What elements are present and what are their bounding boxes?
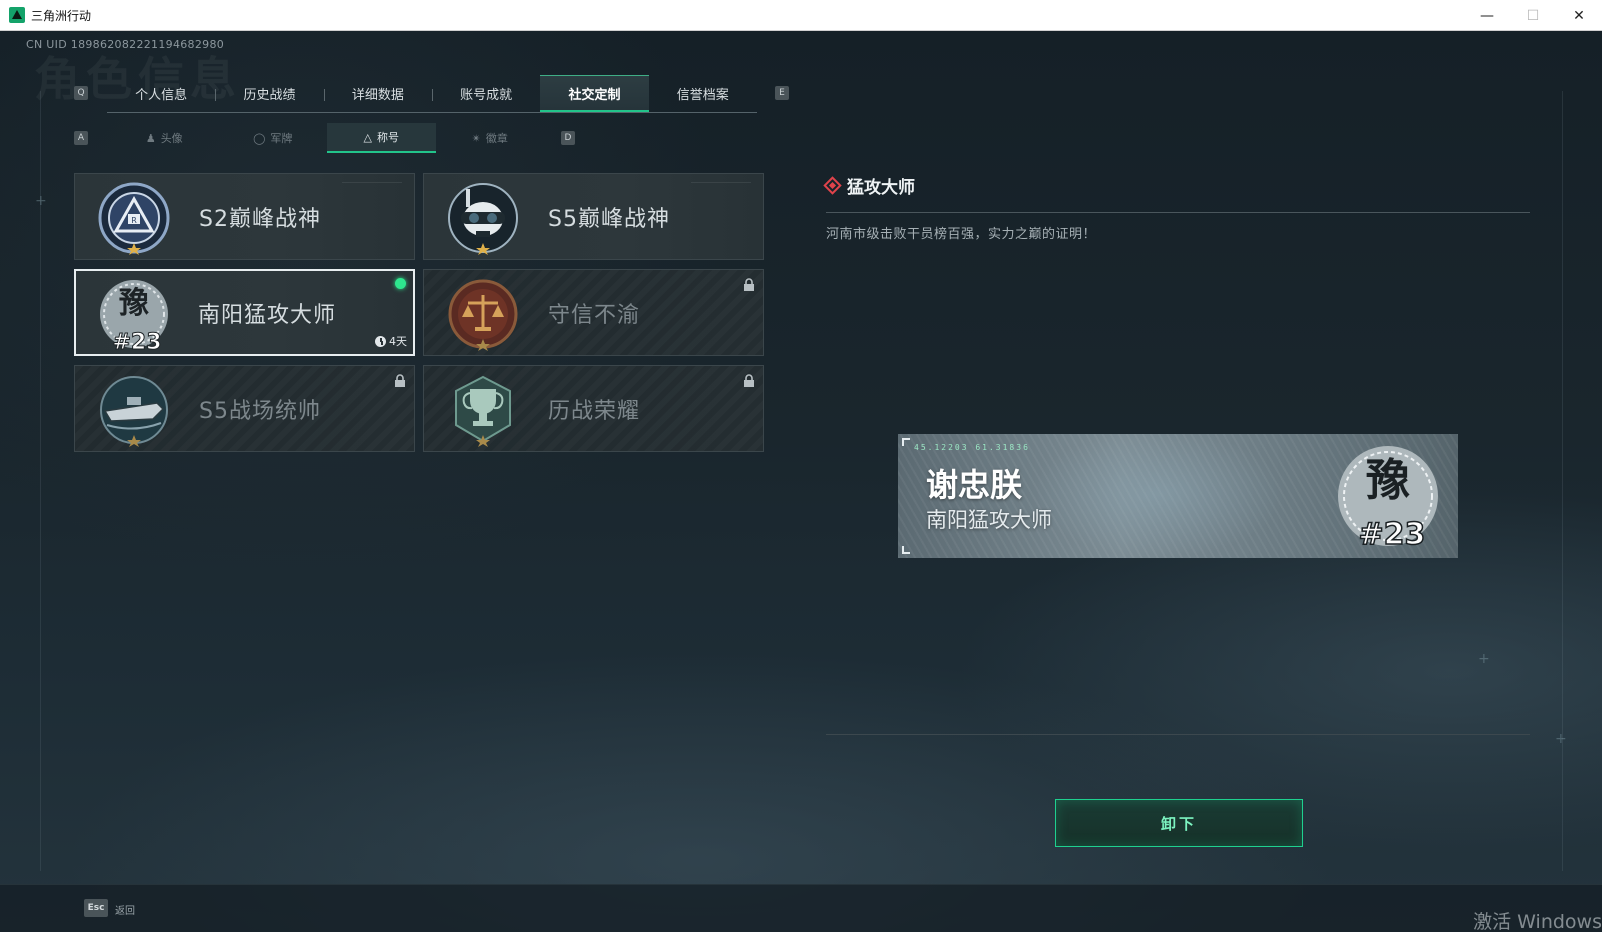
title-card-locked[interactable]: 守信不渝 bbox=[423, 269, 764, 356]
divider bbox=[826, 212, 1530, 213]
activate-windows-watermark: 激活 Windows bbox=[1473, 911, 1602, 932]
window-titlebar: 三角洲行动 — ☐ ✕ bbox=[0, 0, 1602, 31]
card-deco bbox=[342, 182, 402, 186]
subtab-title[interactable]: △ 称号 bbox=[327, 123, 436, 153]
equipped-indicator bbox=[395, 278, 406, 289]
subtab-avatar[interactable]: ♟ 头像 bbox=[110, 123, 219, 153]
tab-history[interactable]: 历史战绩 bbox=[215, 75, 323, 112]
boat-emblem-icon bbox=[97, 373, 171, 447]
player-name: 谢忠朕 bbox=[926, 466, 1023, 504]
prev-subtab-key[interactable]: A bbox=[74, 131, 88, 145]
scales-emblem-icon bbox=[446, 277, 520, 351]
deco-line bbox=[1562, 91, 1563, 871]
person-icon: ♟ bbox=[145, 131, 156, 145]
tab-social-custom[interactable]: 社交定制 bbox=[540, 75, 649, 112]
deco-cross: + bbox=[1478, 651, 1490, 667]
maximize-button[interactable]: ☐ bbox=[1510, 0, 1556, 31]
subtab-label: 军牌 bbox=[270, 132, 293, 145]
title-card-locked[interactable]: S5战场统帅 bbox=[74, 365, 415, 452]
deco-cross: + bbox=[1555, 731, 1567, 747]
game-screen: 角色信息 CN UID 1898620822211946829​80 + + +… bbox=[0, 31, 1602, 932]
subtab-dogtag[interactable]: ◯ 军牌 bbox=[219, 123, 328, 153]
title-name: 南阳猛攻大师 bbox=[198, 302, 337, 328]
duration-label: 4天 bbox=[389, 335, 407, 348]
title-card[interactable]: R S2巅峰战神 bbox=[74, 173, 415, 260]
app-logo-icon bbox=[9, 7, 25, 23]
tab-detailed-data[interactable]: 详细数据 bbox=[323, 75, 432, 112]
nameplate-title: 南阳猛攻大师 bbox=[926, 508, 1052, 532]
corner-bracket bbox=[902, 438, 910, 446]
badge-char: 豫 bbox=[1366, 455, 1410, 506]
yu-23-badge-icon: 豫 #23 bbox=[1332, 440, 1444, 553]
sub-tabs: ♟ 头像 ◯ 军牌 △ 称号 ✴ 徽章 bbox=[110, 123, 544, 153]
yu-23-emblem-icon: 豫 #23 bbox=[97, 277, 171, 351]
subtab-label: 头像 bbox=[160, 132, 183, 145]
lock-icon bbox=[394, 372, 406, 387]
subtab-label: 徽章 bbox=[485, 132, 508, 145]
title-card[interactable]: S5巅峰战神 bbox=[423, 173, 764, 260]
title-card-locked[interactable]: 历战荣耀 bbox=[423, 365, 764, 452]
clock-icon bbox=[375, 335, 386, 347]
detail-header: 猛攻大师 bbox=[823, 173, 915, 198]
title-card-selected[interactable]: 豫 #23 南阳猛攻大师 4天 bbox=[74, 269, 415, 356]
card-deco bbox=[691, 182, 751, 186]
tab-personal-info[interactable]: 个人信息 bbox=[107, 75, 215, 112]
title-name: S2巅峰战神 bbox=[199, 206, 321, 232]
nameplate-coords: 45.12203 61.31836 bbox=[914, 443, 1030, 452]
nameplate-preview: 45.12203 61.31836 谢忠朕 南阳猛攻大师 豫 #23 bbox=[898, 434, 1458, 558]
trophy-emblem-icon bbox=[446, 373, 520, 447]
window-controls: — ☐ ✕ bbox=[1464, 0, 1602, 31]
title-duration: 4天 bbox=[375, 333, 407, 349]
main-tabs: 个人信息 历史战绩 详细数据 账号成就 社交定制 信誉档案 bbox=[107, 75, 757, 113]
prev-tab-key[interactable]: Q bbox=[74, 86, 88, 100]
s5-skull-emblem-icon bbox=[446, 181, 520, 255]
lock-icon bbox=[743, 276, 755, 291]
detail-title: 猛攻大师 bbox=[847, 178, 915, 198]
window-title: 三角洲行动 bbox=[31, 8, 92, 23]
svg-text:#23: #23 bbox=[112, 330, 161, 351]
svg-text:豫: 豫 bbox=[119, 286, 149, 321]
dogtag-icon: ◯ bbox=[253, 131, 266, 145]
next-tab-key[interactable]: E bbox=[775, 86, 789, 100]
tab-achievements[interactable]: 账号成就 bbox=[431, 75, 540, 112]
s2-emblem-icon: R bbox=[97, 181, 171, 255]
corner-bracket bbox=[902, 546, 910, 554]
detail-description: 河南市级击败干员榜百强，实力之巅的证明！ bbox=[826, 227, 1097, 242]
esc-key[interactable]: Esc bbox=[84, 899, 108, 917]
player-uid: CN UID 1898620822211946829​80 bbox=[26, 38, 225, 51]
title-name: S5巅峰战神 bbox=[548, 206, 670, 232]
red-diamond-icon bbox=[823, 176, 842, 195]
subtab-badge[interactable]: ✴ 徽章 bbox=[436, 123, 545, 153]
back-label[interactable]: 返回 bbox=[115, 902, 135, 917]
deco-cross: + bbox=[35, 193, 47, 209]
divider bbox=[826, 734, 1530, 735]
close-button[interactable]: ✕ bbox=[1556, 0, 1602, 31]
lock-icon bbox=[743, 372, 755, 387]
title-name: 守信不渝 bbox=[548, 302, 641, 328]
badge-rank: #23 bbox=[1359, 517, 1426, 552]
title-name: S5战场统帅 bbox=[199, 398, 321, 424]
tab-credit-record[interactable]: 信誉档案 bbox=[649, 75, 757, 112]
title-name: 历战荣耀 bbox=[548, 398, 641, 424]
unequip-button[interactable]: 卸下 bbox=[1055, 799, 1303, 847]
next-subtab-key[interactable]: D bbox=[561, 131, 575, 145]
bottom-bar: Esc 返回 激活 Windows bbox=[0, 884, 1602, 932]
minimize-button[interactable]: — bbox=[1464, 0, 1510, 31]
triangle-icon: △ bbox=[363, 130, 372, 144]
badge-icon: ✴ bbox=[471, 131, 481, 145]
subtab-label: 称号 bbox=[376, 131, 399, 144]
svg-text:R: R bbox=[131, 216, 137, 225]
